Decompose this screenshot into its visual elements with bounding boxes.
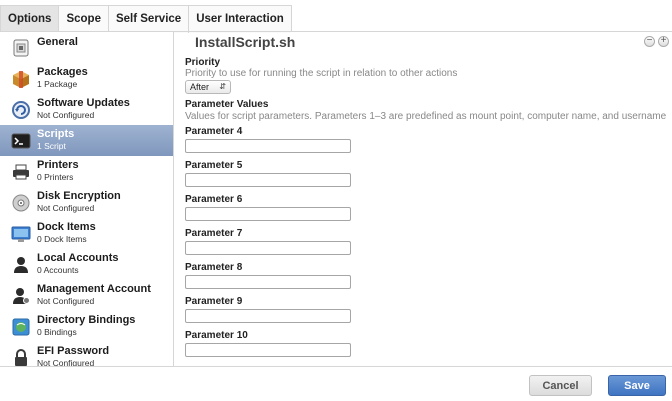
parameter-5-field[interactable] [185, 173, 351, 187]
priority-heading: Priority [185, 57, 221, 68]
parameter-10-field[interactable] [185, 343, 351, 357]
general-icon [13, 39, 29, 57]
sidebar-item-label: General [37, 36, 78, 48]
sidebar-item-label: Dock Items [37, 221, 96, 233]
tab-scope[interactable]: Scope [59, 6, 109, 33]
terminal-icon [11, 133, 31, 149]
save-button[interactable]: Save [608, 375, 666, 396]
remove-script-button[interactable]: − [644, 36, 655, 47]
sidebar-item-label: EFI Password [37, 345, 110, 357]
sidebar-item-packages[interactable]: Packages 1 Package [0, 63, 173, 94]
priority-description: Priority to use for running the script i… [185, 68, 458, 79]
printer-icon [13, 164, 29, 180]
sidebar-item-label: Management Account [37, 283, 151, 295]
sidebar-item-sub: 1 Script [37, 141, 66, 151]
parameter-8-field[interactable] [185, 275, 351, 289]
parameter-7-label: Parameter 7 [185, 228, 243, 239]
footer-bar: Cancel Save [0, 366, 672, 401]
parameter-9-field[interactable] [185, 309, 351, 323]
sidebar-item-label: Disk Encryption [37, 190, 121, 202]
disk-encryption-icon [12, 194, 30, 212]
sidebar-item-management-account[interactable]: Management Account Not Configured [0, 280, 173, 311]
package-icon [13, 71, 29, 88]
parameter-values-heading: Parameter Values [185, 99, 269, 110]
parameter-9-label: Parameter 9 [185, 296, 243, 307]
sidebar-item-sub: Not Configured [37, 296, 95, 306]
sidebar-item-label: Scripts [37, 128, 75, 140]
sidebar-item-label: Printers [37, 159, 79, 171]
sidebar-item-software-updates[interactable]: Software Updates Not Configured [0, 94, 173, 125]
sidebar-item-label: Software Updates [37, 97, 130, 109]
software-updates-icon [12, 101, 30, 119]
parameter-6-field[interactable] [185, 207, 351, 221]
sidebar-item-sub: 0 Bindings [37, 327, 77, 337]
sidebar-item-general[interactable]: General [0, 32, 173, 63]
sidebar-item-sub: 0 Dock Items [37, 234, 87, 244]
parameter-4-label: Parameter 4 [185, 126, 243, 137]
sidebar-item-label: Packages [37, 66, 88, 78]
tab-bar: Options Scope Self Service User Interact… [0, 5, 292, 33]
tab-self-service[interactable]: Self Service [108, 6, 190, 33]
sidebar-item-label: Directory Bindings [37, 314, 136, 326]
add-script-button[interactable]: + [658, 36, 669, 47]
cancel-button[interactable]: Cancel [529, 375, 592, 396]
user-icon [14, 257, 28, 273]
sidebar-item-printers[interactable]: Printers 0 Printers [0, 156, 173, 187]
lock-icon [15, 349, 27, 366]
management-account-icon [13, 288, 30, 304]
sidebar-item-dock-items[interactable]: Dock Items 0 Dock Items [0, 218, 173, 249]
sidebar: General Packages 1 Package Software Upda… [0, 32, 174, 368]
parameter-4-field[interactable] [185, 139, 351, 153]
sidebar-item-sub: 1 Package [37, 79, 78, 89]
parameter-7-field[interactable] [185, 241, 351, 255]
sidebar-item-directory-bindings[interactable]: Directory Bindings 0 Bindings [0, 311, 173, 342]
priority-select-value: After [190, 82, 210, 92]
parameter-values-description: Values for script parameters. Parameters… [185, 111, 667, 122]
sidebar-item-label: Local Accounts [37, 252, 119, 264]
parameter-8-label: Parameter 8 [185, 262, 243, 273]
tab-options[interactable]: Options [1, 6, 60, 33]
script-settings-panel: InstallScript.sh − + Priority Priority t… [175, 32, 672, 366]
sidebar-item-sub: 0 Accounts [37, 265, 79, 275]
sidebar-item-sub: Not Configured [37, 203, 95, 213]
script-title: InstallScript.sh [195, 34, 296, 50]
parameter-6-label: Parameter 6 [185, 194, 243, 205]
sidebar-item-local-accounts[interactable]: Local Accounts 0 Accounts [0, 249, 173, 280]
sidebar-item-sub: 0 Printers [37, 172, 74, 182]
parameter-5-label: Parameter 5 [185, 160, 243, 171]
dock-icon [11, 226, 31, 242]
priority-select[interactable]: After ⇵ [185, 80, 231, 94]
parameter-10-label: Parameter 10 [185, 330, 248, 341]
select-arrows-icon: ⇵ [219, 82, 226, 91]
sidebar-item-sub: Not Configured [37, 110, 95, 120]
tab-user-interaction[interactable]: User Interaction [189, 6, 291, 33]
directory-bindings-icon [12, 318, 30, 336]
sidebar-item-disk-encryption[interactable]: Disk Encryption Not Configured [0, 187, 173, 218]
sidebar-item-scripts[interactable]: Scripts 1 Script [0, 125, 173, 156]
